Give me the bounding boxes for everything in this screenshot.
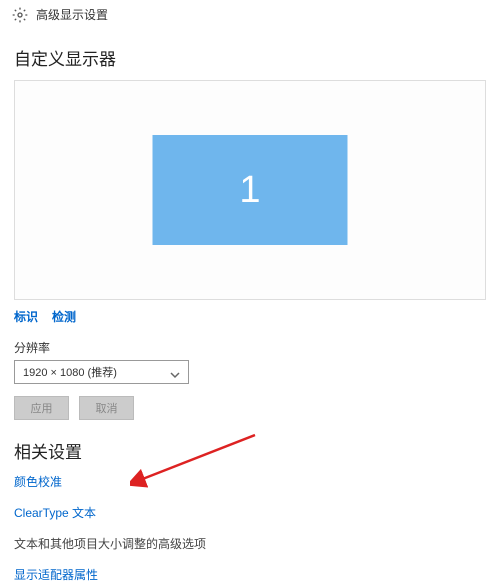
detect-link[interactable]: 检测: [52, 308, 76, 325]
window-title: 高级显示设置: [36, 6, 108, 23]
color-calibration-link[interactable]: 颜色校准: [14, 473, 486, 490]
resolution-value: 1920 × 1080 (推荐): [23, 364, 170, 380]
chevron-down-icon: [170, 367, 180, 377]
related-settings-heading: 相关设置: [14, 438, 486, 463]
monitor-number: 1: [239, 169, 260, 212]
monitor-arrangement-area[interactable]: 1: [14, 80, 486, 300]
text-sizing-link[interactable]: 文本和其他项目大小调整的高级选项: [14, 535, 486, 552]
apply-button[interactable]: 应用: [14, 396, 69, 420]
cleartype-link[interactable]: ClearType 文本: [14, 504, 486, 521]
monitor-1[interactable]: 1: [153, 135, 348, 245]
monitor-actions: 标识 检测: [14, 308, 486, 325]
resolution-label: 分辨率: [14, 339, 486, 356]
action-buttons: 应用 取消: [14, 396, 486, 420]
related-links-list: 颜色校准 ClearType 文本 文本和其他项目大小调整的高级选项 显示适配器…: [14, 473, 486, 583]
cancel-button[interactable]: 取消: [79, 396, 134, 420]
gear-icon: [12, 7, 28, 23]
adapter-properties-link[interactable]: 显示适配器属性: [14, 566, 486, 583]
window-header: 高级显示设置: [0, 0, 500, 29]
resolution-select[interactable]: 1920 × 1080 (推荐): [14, 360, 189, 384]
identify-link[interactable]: 标识: [14, 308, 38, 325]
customize-display-heading: 自定义显示器: [14, 45, 486, 70]
